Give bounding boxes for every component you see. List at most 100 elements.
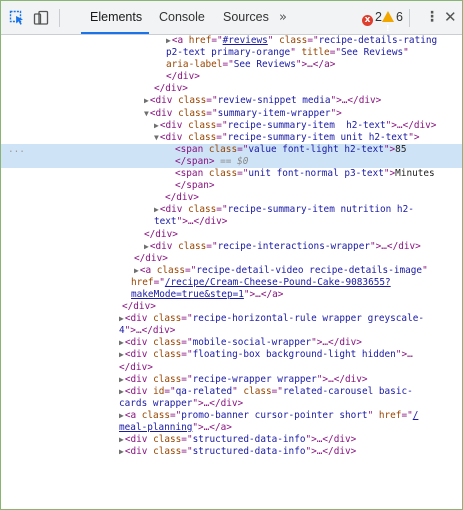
- expand-triangle-icon[interactable]: ▶: [119, 435, 124, 444]
- dom-node-line[interactable]: meal-planning">…</a>: [1, 422, 462, 434]
- dom-node-line[interactable]: </div>: [1, 229, 462, 241]
- tab-sources[interactable]: Sources: [223, 1, 269, 34]
- code-token: ": [403, 47, 409, 59]
- code-token: aria-label: [166, 59, 223, 71]
- code-token[interactable]: /recipe/Cream-Cheese-Pound-Cake-9083655?: [165, 277, 391, 288]
- tab-console[interactable]: Console: [159, 1, 205, 34]
- expand-triangle-icon[interactable]: ▶: [154, 121, 159, 130]
- more-tabs-chevron-icon[interactable]: »: [279, 1, 287, 34]
- code-token: </span>: [175, 155, 215, 167]
- dom-node-line[interactable]: </span>: [1, 180, 462, 192]
- dom-tree[interactable]: ▶<a href="#reviews" class="recipe-detail…: [1, 35, 462, 458]
- dom-node-line[interactable]: </div>: [1, 83, 462, 95]
- active-tab-indicator: [81, 32, 149, 34]
- expand-triangle-icon[interactable]: ▶: [134, 266, 139, 275]
- dom-node-text: 4">…</div>: [119, 325, 175, 337]
- code-token: related-carousel basic-: [282, 385, 413, 397]
- expand-triangle-icon[interactable]: ▶: [119, 375, 124, 384]
- dom-node-line[interactable]: ▶<a href="#reviews" class="recipe-detail…: [1, 35, 462, 47]
- dom-node-line[interactable]: 4">…</div>: [1, 325, 462, 337]
- code-token: ">…</div>: [311, 337, 362, 349]
- node-actions-ellipsis[interactable]: ...: [8, 144, 25, 156]
- dom-node-line[interactable]: <span class="unit font-normal p3-text">M…: [1, 168, 462, 180]
- code-token: ">: [330, 107, 342, 119]
- dom-node-line[interactable]: makeMode=true&step=1">…</a>: [1, 289, 462, 301]
- dom-node-line[interactable]: cards wrapper">…</div>: [1, 398, 462, 410]
- inspect-element-icon[interactable]: [9, 10, 25, 26]
- dom-node-text: ▶<div class="structured-data-info">…</di…: [119, 446, 356, 458]
- expand-triangle-icon[interactable]: ▶: [119, 338, 124, 347]
- code-token: promo-banner cursor-pointer short: [181, 409, 368, 421]
- expand-triangle-icon[interactable]: ▶: [166, 36, 171, 45]
- expand-triangle-icon[interactable]: ▶: [154, 205, 159, 214]
- code-token[interactable]: /: [413, 410, 419, 421]
- dom-node-line[interactable]: ▼<div class="summary-item-wrapper">: [1, 108, 462, 120]
- more-options-icon[interactable]: ⋮: [425, 1, 439, 34]
- expand-triangle-icon[interactable]: ▶: [144, 242, 149, 251]
- dom-node-text: ▶<div class="floating-box background-lig…: [119, 349, 413, 361]
- collapse-triangle-icon[interactable]: ▼: [154, 133, 159, 142]
- dom-node-text: <span class="unit font-normal p3-text">M…: [175, 168, 435, 180]
- error-count-badge[interactable]: x2: [362, 1, 382, 34]
- dom-node-line[interactable]: ... <span class="value font-light h2-text…: [1, 143, 462, 156]
- code-token[interactable]: makeMode=true&step=1: [131, 289, 244, 300]
- expand-triangle-icon[interactable]: ▶: [144, 96, 149, 105]
- dom-node-line[interactable]: ▶<div class="recipe-summary-item h2-text…: [1, 120, 462, 132]
- dom-node-line[interactable]: aria-label="See Reviews">…</a>: [1, 59, 462, 71]
- expand-triangle-icon[interactable]: ▶: [119, 350, 124, 359]
- dom-node-line[interactable]: </div>: [1, 192, 462, 204]
- collapse-triangle-icon[interactable]: ▼: [144, 109, 149, 118]
- code-token: =": [206, 240, 218, 252]
- dom-node-line[interactable]: p2-text primary-orange" title="See Revie…: [1, 47, 462, 59]
- code-token: p2-text primary-orange: [166, 47, 291, 59]
- code-token: =": [307, 35, 319, 46]
- dom-node-line[interactable]: href="/recipe/Cream-Cheese-Pound-Cake-90…: [1, 277, 462, 289]
- code-token: ": [422, 264, 428, 276]
- dom-node-line[interactable]: ▶<div class="mobile-social-wrapper">…</d…: [1, 337, 462, 349]
- devtools-toolbar: Elements Console Sources » x2 6 ⋮ ✕: [1, 1, 462, 45]
- code-token: structured-data-info: [192, 434, 306, 446]
- code-token: </span>: [175, 180, 215, 192]
- code-token: <div: [124, 385, 154, 397]
- code-token: ">: [408, 131, 420, 143]
- dom-node-line[interactable]: ▶<div class="recipe-summary-item nutriti…: [1, 204, 462, 216]
- dom-node-line[interactable]: ▶<a class="promo-banner cursor-pointer s…: [1, 410, 462, 422]
- expand-triangle-icon[interactable]: ▶: [119, 447, 124, 456]
- dom-node-line[interactable]: ▶<div class="recipe-wrapper wrapper">…</…: [1, 374, 462, 386]
- tab-elements[interactable]: Elements: [90, 1, 142, 34]
- dom-node-line[interactable]: ▶<div class="structured-data-info">…</di…: [1, 434, 462, 446]
- code-token: <span: [175, 168, 209, 180]
- dom-node-line[interactable]: ▶<a class="recipe-detail-video recipe-de…: [1, 265, 462, 277]
- code-token[interactable]: #reviews: [223, 35, 268, 46]
- code-token: class: [178, 95, 207, 107]
- devtools-window: Elements Console Sources » x2 6 ⋮ ✕ ▶<a …: [0, 0, 463, 510]
- dom-node-line[interactable]: ▶<div class="structured-data-info">…</di…: [1, 446, 462, 458]
- dom-node-line[interactable]: ▶<div id="qa-related" class="related-car…: [1, 386, 462, 398]
- code-token: <div: [149, 95, 179, 107]
- code-token: class: [208, 168, 238, 180]
- expand-triangle-icon[interactable]: ▶: [119, 314, 124, 323]
- warning-count-badge[interactable]: 6: [382, 1, 403, 45]
- dom-node-line[interactable]: ▶<div class="recipe-horizontal-rule wrap…: [1, 313, 462, 325]
- dom-node-line[interactable]: text">…</div>: [1, 216, 462, 228]
- code-token: ">…</div>: [305, 446, 357, 458]
- dom-node-line[interactable]: </div>: [1, 71, 462, 83]
- device-toolbar-icon[interactable]: [33, 10, 49, 26]
- expand-triangle-icon[interactable]: ▶: [119, 387, 124, 396]
- code-token: class: [153, 349, 182, 361]
- dom-node-line[interactable]: </div>: [1, 362, 462, 374]
- dom-node-line[interactable]: </div>: [1, 253, 462, 265]
- dom-node-selected[interactable]: </span> == $0: [1, 155, 462, 169]
- code-token[interactable]: meal-planning: [119, 422, 192, 433]
- dom-node-line[interactable]: ▶<div class="recipe-interactions-wrapper…: [1, 241, 462, 253]
- code-token: unit font-normal p3-text: [248, 168, 384, 180]
- dom-node-line[interactable]: ▶<div class="review-snippet media">…</di…: [1, 95, 462, 107]
- dom-node-line[interactable]: ▼<div class="recipe-summary-item unit h2…: [1, 132, 462, 144]
- dom-node-line[interactable]: ▶<div class="floating-box background-lig…: [1, 349, 462, 361]
- code-token: <div: [124, 373, 154, 385]
- dom-node-line[interactable]: </div>: [1, 301, 462, 313]
- close-icon[interactable]: ✕: [444, 1, 457, 34]
- code-token: =": [181, 349, 193, 361]
- toolbar-separator: [409, 9, 410, 27]
- expand-triangle-icon[interactable]: ▶: [119, 411, 124, 420]
